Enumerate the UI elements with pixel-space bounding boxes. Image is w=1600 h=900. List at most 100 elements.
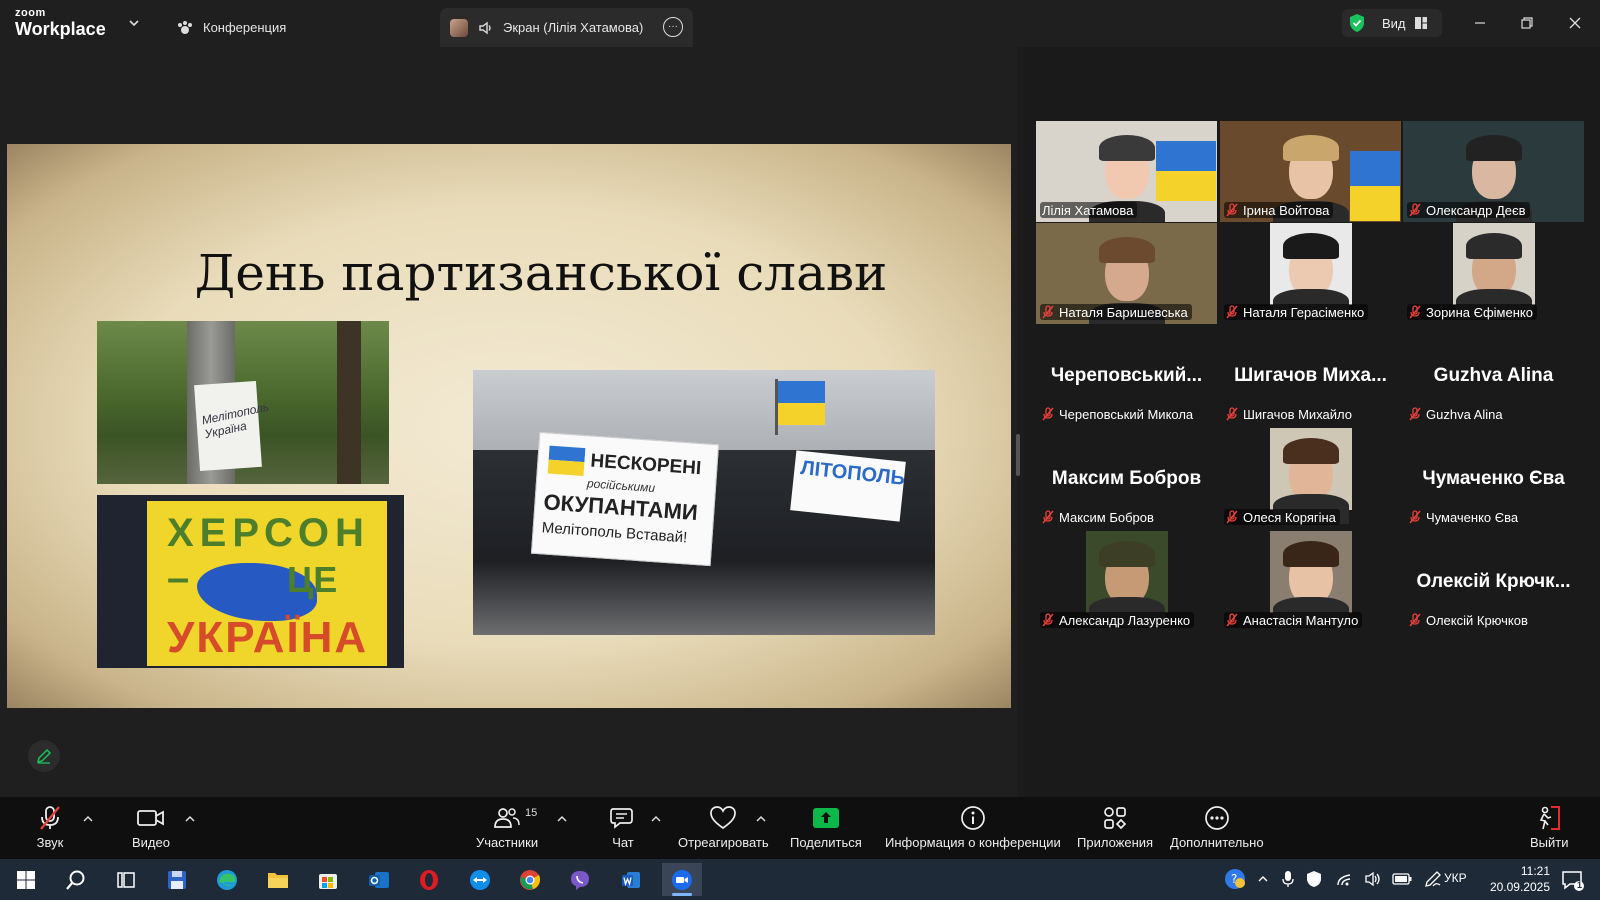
participant-tile[interactable]: Шигачов Миха... Шигачов Михайло	[1220, 325, 1401, 426]
annotate-pencil-icon[interactable]	[28, 740, 60, 772]
audio-button[interactable]: Звук	[36, 803, 64, 850]
meeting-info-button[interactable]: Информация о конференции	[885, 803, 1061, 850]
react-options-caret-icon[interactable]	[755, 811, 767, 822]
mic-muted-icon	[1226, 203, 1238, 217]
teamviewer-icon[interactable]	[460, 863, 500, 896]
share-screen-button[interactable]: Поделиться	[790, 803, 862, 850]
close-icon[interactable]	[1563, 11, 1587, 35]
apps-label: Приложения	[1077, 835, 1154, 850]
svg-text:?: ?	[1231, 872, 1237, 886]
panel-resize-handle[interactable]	[1016, 434, 1020, 476]
share-label: Поделиться	[790, 835, 862, 850]
defender-shield-icon[interactable]	[1306, 870, 1322, 888]
participant-tile[interactable]: Ірина Войтова	[1220, 121, 1401, 222]
participant-tile[interactable]: Олеся Корягіна	[1220, 428, 1401, 529]
participant-name-tag: Наталя Герасіменко	[1224, 304, 1369, 320]
participant-tile[interactable]: Максим Бобров Максим Бобров	[1036, 428, 1217, 529]
save-floppy-app-icon[interactable]	[157, 863, 197, 896]
more-button[interactable]: Дополнительно	[1170, 803, 1264, 850]
apps-button[interactable]: Приложения	[1077, 803, 1153, 850]
leave-label: Выйти	[1530, 835, 1569, 850]
language-indicator[interactable]: УКР	[1444, 871, 1467, 885]
tab-meeting-label: Конференция	[203, 20, 287, 35]
video-button[interactable]: Видео	[132, 803, 170, 850]
view-button[interactable]: Вид	[1342, 9, 1442, 37]
chat-options-caret-icon[interactable]	[650, 811, 662, 822]
zoom-app-icon[interactable]	[662, 863, 702, 896]
participant-name: Ірина Войтова	[1243, 202, 1330, 218]
participants-options-caret-icon[interactable]	[556, 811, 568, 822]
outlook-icon[interactable]	[359, 863, 399, 896]
minimize-icon[interactable]	[1468, 11, 1492, 35]
task-view-icon[interactable]	[106, 863, 146, 896]
word-icon[interactable]	[611, 863, 651, 896]
participant-video	[1270, 223, 1352, 319]
participant-tile[interactable]: Наталя Герасіменко	[1220, 223, 1401, 324]
more-options-icon[interactable]: ···	[663, 17, 683, 37]
mic-muted-icon	[1409, 510, 1421, 524]
participant-tile[interactable]: Анастасія Мантуло	[1220, 531, 1401, 632]
participant-name: Наталя Герасіменко	[1243, 304, 1365, 320]
mic-muted-icon	[1226, 407, 1238, 421]
participant-name-tag: Наталя Баришевська	[1040, 304, 1192, 320]
participant-video	[1086, 531, 1168, 627]
logo-bottom-text: Workplace	[15, 19, 106, 39]
pen-tray-icon[interactable]	[1424, 870, 1442, 888]
protest-banner: НЕСКОРЕНІ російськими ОКУПАНТАМИ Мелітоп…	[530, 431, 720, 567]
network-wifi-icon[interactable]	[1336, 871, 1354, 887]
ukraine-map-icon	[547, 445, 586, 477]
participant-tile[interactable]: Чумаченко Єва Чумаченко Єва	[1403, 428, 1584, 529]
protest-banner-2: ЛІТОПОЛЬ	[790, 450, 906, 522]
opera-browser-icon[interactable]	[409, 863, 449, 896]
mic-muted-icon	[1409, 305, 1421, 319]
participant-tile[interactable]: Череповський... Череповський Микола	[1036, 325, 1217, 426]
audio-options-caret-icon[interactable]	[82, 811, 94, 822]
participant-name-tag: Александр Лазуренко	[1040, 612, 1195, 628]
participant-name: Анастасія Мантуло	[1243, 612, 1359, 628]
participant-name-tag: Ірина Войтова	[1224, 202, 1334, 218]
mic-muted-icon	[1226, 613, 1238, 627]
windows-taskbar: ? УКР 11:21 20.09.2025 1	[0, 859, 1600, 900]
battery-icon[interactable]	[1392, 873, 1412, 885]
speaker-icon	[478, 20, 494, 36]
notifications-icon[interactable]: 1	[1552, 863, 1592, 896]
tab-meeting[interactable]: Конференция	[176, 8, 286, 47]
clock-time: 11:21	[1520, 864, 1550, 878]
chat-button[interactable]: Чат	[609, 803, 637, 850]
microphone-tray-icon[interactable]	[1282, 870, 1294, 888]
clock[interactable]: 11:21 20.09.2025	[1490, 863, 1550, 895]
restore-icon[interactable]	[1515, 11, 1539, 35]
volume-icon[interactable]	[1364, 871, 1382, 887]
meeting-paw-icon	[176, 19, 194, 37]
meeting-info-label: Информация о конференции	[885, 835, 1061, 850]
participant-tile[interactable]: Guzhva Alina Guzhva Alina	[1403, 325, 1584, 426]
windows-start-icon[interactable]	[6, 863, 46, 896]
video-options-caret-icon[interactable]	[184, 811, 196, 822]
leave-button[interactable]: Выйти	[1530, 803, 1569, 850]
file-explorer-icon[interactable]	[258, 863, 298, 896]
chrome-browser-icon[interactable]	[510, 863, 550, 896]
help-icon[interactable]: ?	[1224, 868, 1246, 890]
chevron-down-icon[interactable]	[126, 15, 142, 31]
audio-label: Звук	[36, 835, 64, 850]
participant-tile[interactable]: Олександр Деєв	[1403, 121, 1584, 222]
clock-date: 20.09.2025	[1489, 880, 1550, 894]
participant-tile[interactable]: Александр Лазуренко	[1036, 531, 1217, 632]
microsoft-store-icon[interactable]	[308, 863, 348, 896]
video-camera-icon	[136, 803, 166, 833]
participant-name-tag: Череповський Микола	[1040, 406, 1197, 422]
edge-browser-icon[interactable]	[207, 863, 247, 896]
participant-name: Олексій Крючков	[1426, 612, 1528, 628]
participant-display-name: Шигачов Миха...	[1234, 365, 1387, 386]
zoom-workplace-logo[interactable]: zoom Workplace	[15, 8, 106, 39]
more-dots-icon	[1203, 803, 1231, 833]
participant-tile[interactable]: Лілія Хатамова	[1036, 121, 1217, 222]
slide-photo-melitopol-note: Мелітополь Україна	[97, 321, 389, 484]
chevron-up-icon[interactable]	[1256, 872, 1270, 886]
participant-tile[interactable]: Олексій Крючк... Олексій Крючков	[1403, 531, 1584, 632]
participant-tile[interactable]: Зорина Єфіменко	[1403, 223, 1584, 324]
tab-shared-screen[interactable]: Экран (Лілія Хатамова) ···	[440, 8, 693, 47]
participant-tile[interactable]: Наталя Баришевська	[1036, 223, 1217, 324]
viber-icon[interactable]	[560, 863, 600, 896]
search-icon[interactable]	[56, 863, 96, 896]
